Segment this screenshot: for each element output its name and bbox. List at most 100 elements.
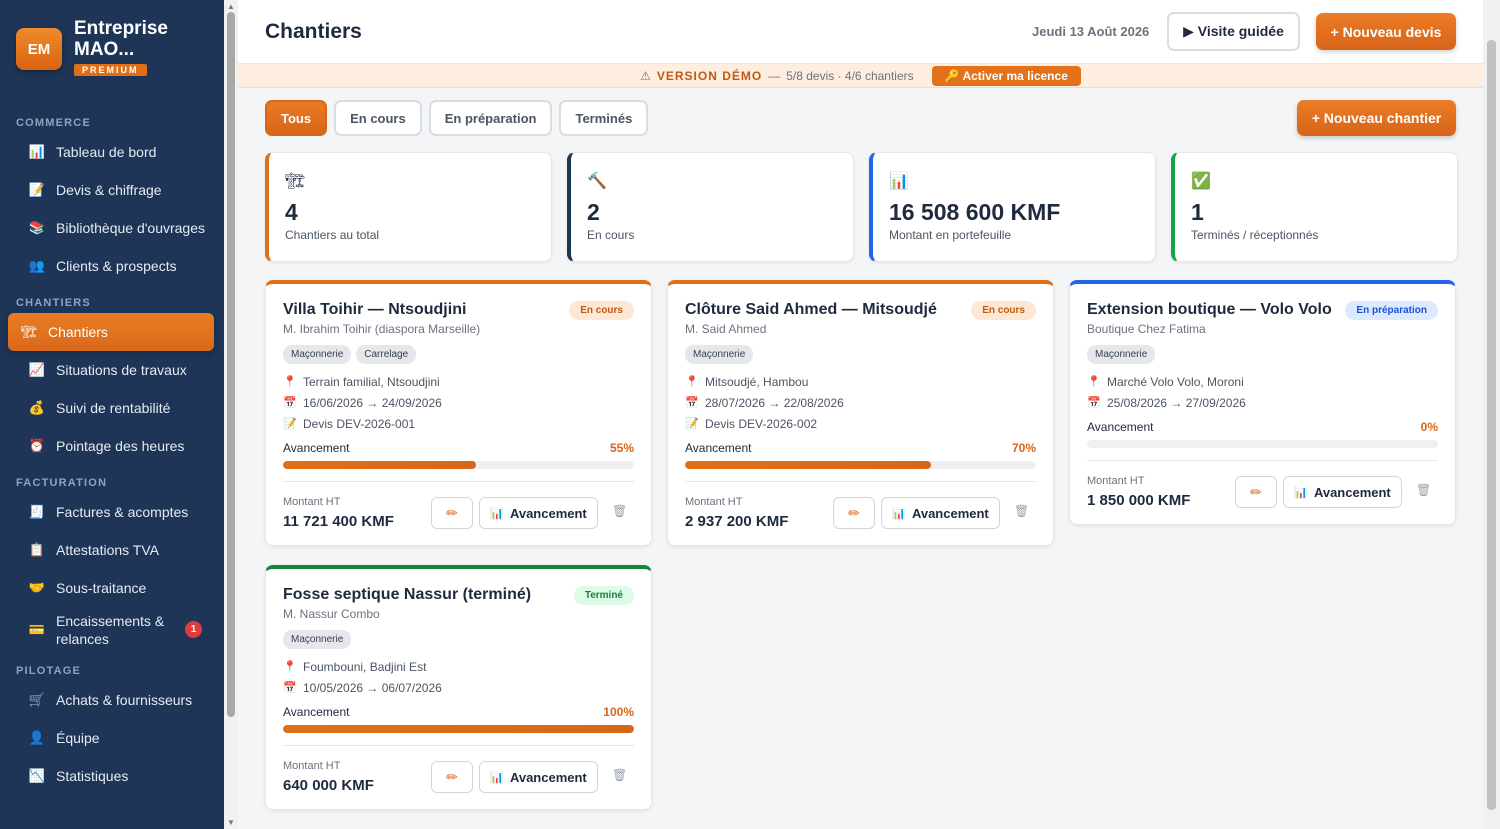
page-scrollbar[interactable] [1483, 0, 1500, 829]
scroll-down-icon[interactable]: ▼ [227, 818, 235, 827]
chart-icon: 📊 [1294, 486, 1308, 499]
sidebar-item-devis-chiffrage[interactable]: 📝 Devis & chiffrage [8, 171, 214, 209]
stat-card: 🔨 2 En cours [567, 152, 854, 262]
trade-tag: Maçonnerie [1087, 345, 1156, 364]
sidebar-item-factures-acomptes[interactable]: 🧾 Factures & acomptes [8, 493, 214, 531]
card-title[interactable]: Villa Toihir — Ntsoudjini [283, 300, 538, 319]
sidebar-item-bibliotheque-d-ouvrages[interactable]: 📚 Bibliothèque d'ouvrages [8, 209, 214, 247]
sidebar-scrollbar[interactable]: ▲ ▼ [224, 0, 238, 829]
sidebar-item-sous-traitance[interactable]: 🤝 Sous-traitance [8, 569, 214, 607]
sidebar-item-equipe[interactable]: 👤 Équipe [8, 719, 214, 757]
location-pin-icon: 📍 [283, 376, 297, 388]
edit-button[interactable]: ✏ [833, 497, 875, 529]
pencil-icon: ✏ [446, 768, 458, 785]
info-text: 10/05/2026 → 06/07/2026 [303, 681, 442, 695]
chantier-card[interactable]: Fosse septique Nassur (terminé) Terminé M.… [265, 565, 652, 810]
stat-label: Terminés / réceptionnés [1191, 228, 1319, 242]
card-title[interactable]: Clôture Said Ahmed — Mitsoudjé [685, 300, 940, 319]
calendar-icon: 📅 [1087, 397, 1101, 409]
card-footer: Montant HT 640 000 KMF ✏ 📊 Avancement 🗑 [283, 745, 634, 809]
sidebar-item-tableau-de-bord[interactable]: 📊 Tableau de bord [8, 133, 214, 171]
chart-icon: 📊 [490, 507, 504, 520]
premium-badge: PREMIUM [74, 64, 147, 76]
progress-bar [283, 461, 634, 469]
sidebar-item-statistiques[interactable]: 📉 Statistiques [8, 757, 214, 795]
progress-header: Avancement 100% [283, 705, 634, 719]
stat-label: En cours [587, 228, 635, 242]
sidebar-item-label: Clients & prospects [56, 258, 177, 274]
sidebar-item-encaissements-relances[interactable]: 💳 Encaissements & relances 1 [8, 607, 214, 653]
new-devis-button[interactable]: + Nouveau devis [1316, 13, 1456, 50]
avancement-label: Avancement [1313, 484, 1391, 500]
scroll-up-icon[interactable]: ▲ [227, 2, 235, 11]
filter-tab[interactable]: En cours [334, 100, 422, 136]
bibliotheque-d-ouvrages-icon: 📚 [28, 220, 46, 235]
stat-card: 🏗 4 Chantiers au total [265, 152, 552, 262]
progress-label: Avancement [1087, 420, 1154, 434]
edit-button[interactable]: ✏ [431, 761, 473, 793]
tag-list: Maçonnerie Carrelage [283, 345, 634, 364]
trash-icon[interactable]: 🗑 [1014, 504, 1029, 518]
page-scroll-thumb[interactable] [1487, 40, 1496, 810]
sidebar-item-label: Achats & fournisseurs [56, 692, 193, 708]
activate-license-button[interactable]: 🔑 Activer ma licence [931, 65, 1081, 86]
card-client: M. Said Ahmed [685, 322, 767, 336]
warning-icon: ⚠ [640, 68, 651, 83]
sidebar-item-label: Bibliothèque d'ouvrages [56, 220, 206, 236]
statistiques-icon: 📉 [28, 768, 46, 783]
sidebar-item-chantiers[interactable]: 🏗 Chantiers [8, 313, 214, 351]
demo-separator: — [768, 68, 781, 83]
card-title[interactable]: Extension boutique — Volo Volo [1087, 300, 1342, 319]
progress-value: 0% [1420, 420, 1438, 434]
stat-icon: 🏗 [285, 173, 306, 190]
avancement-button[interactable]: 📊 Avancement [1283, 476, 1402, 508]
card-title[interactable]: Fosse septique Nassur (terminé) [283, 585, 538, 604]
filter-tabs: Tous En cours En préparation Terminés [265, 100, 649, 136]
chantier-card[interactable]: Villa Toihir — Ntsoudjini En cours M. Ibra… [265, 280, 652, 546]
chantier-card[interactable]: Clôture Said Ahmed — Mitsoudjé En cours M.… [667, 280, 1054, 546]
edit-button[interactable]: ✏ [431, 497, 473, 529]
edit-button[interactable]: ✏ [1235, 476, 1277, 508]
progress-bar [685, 461, 1036, 469]
filter-tab[interactable]: Terminés [559, 100, 649, 136]
sidebar-item-label: Tableau de bord [56, 144, 157, 160]
sidebar-item-label: Chantiers [48, 324, 108, 340]
sidebar-item-attestations-tva[interactable]: 📋 Attestations TVA [8, 531, 214, 569]
info-row: 📅 28/07/2026 → 22/08/2026 [685, 396, 1036, 410]
chantier-card[interactable]: Extension boutique — Volo Volo En prépara… [1069, 280, 1456, 525]
sidebar-item-achats-fournisseurs[interactable]: 🛒 Achats & fournisseurs [8, 681, 214, 719]
trade-tag: Carrelage [356, 345, 417, 364]
info-text: Devis DEV-2026-001 [303, 417, 416, 431]
sidebar-scroll-thumb[interactable] [227, 12, 235, 717]
stat-card: 📊 16 508 600 KMF Montant en portefeuille [869, 152, 1156, 262]
trash-icon[interactable]: 🗑 [612, 768, 627, 782]
status-badge: En cours [971, 301, 1036, 320]
progress-fill [685, 461, 931, 469]
sidebar-item-suivi-de-rentabilite[interactable]: 💰 Suivi de rentabilité [8, 389, 214, 427]
filter-tab[interactable]: En préparation [428, 100, 553, 136]
info-row: 📅 16/06/2026 → 24/09/2026 [283, 396, 634, 410]
sidebar-item-clients-prospects[interactable]: 👥 Clients & prospects [8, 247, 214, 285]
avancement-button[interactable]: 📊 Avancement [479, 497, 598, 529]
location-pin-icon: 📍 [283, 661, 297, 673]
progress-header: Avancement 0% [1087, 420, 1438, 434]
avancement-button[interactable]: 📊 Avancement [479, 761, 598, 793]
trash-icon[interactable]: 🗑 [612, 504, 627, 518]
brand[interactable]: EM Entreprise MAO... PREMIUM [0, 0, 224, 100]
progress-value: 70% [1011, 441, 1036, 455]
stats-row: 🏗 4 Chantiers au total 🔨 2 En cours 📊 16 508 60… [265, 152, 1458, 262]
filter-tab[interactable]: Tous [265, 100, 328, 136]
sidebar-item-situations-de-travaux[interactable]: 📈 Situations de travaux [8, 351, 214, 389]
guided-tour-button[interactable]: ▶ Visite guidée [1167, 12, 1300, 51]
progress-value: 55% [609, 441, 634, 455]
tag-list: Maçonnerie [685, 345, 1036, 364]
stat-value: 4 [285, 199, 298, 225]
avancement-button[interactable]: 📊 Avancement [881, 497, 1000, 529]
factures-acomptes-icon: 🧾 [28, 504, 46, 519]
new-chantier-button[interactable]: + Nouveau chantier [1297, 100, 1456, 136]
trash-icon[interactable]: 🗑 [1416, 483, 1431, 497]
card-client: M. Nassur Combo [283, 607, 380, 621]
stat-card: ✅ 1 Terminés / réceptionnés [1171, 152, 1458, 262]
sidebar-item-label: Pointage des heures [56, 438, 185, 454]
sidebar-item-pointage-des-heures[interactable]: ⏰ Pointage des heures [8, 427, 214, 465]
